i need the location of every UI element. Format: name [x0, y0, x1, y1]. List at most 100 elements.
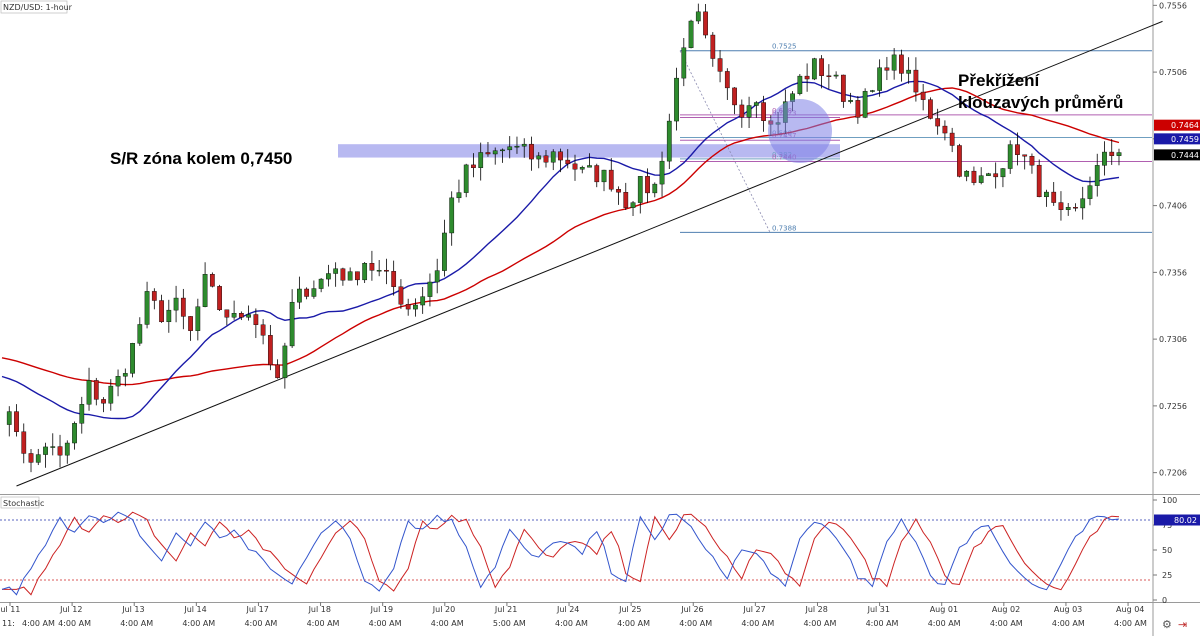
candle-body — [376, 269, 382, 272]
candle-body — [137, 324, 143, 344]
candle-body — [35, 454, 41, 463]
candle-body — [884, 67, 890, 71]
price-tick-label: 0.7406 — [1159, 202, 1187, 211]
candle-body — [72, 423, 77, 444]
chart-title: NZD/USD: 1-hour — [3, 3, 73, 12]
stochastic-tick-label: 50 — [1162, 546, 1172, 555]
candle-body — [456, 192, 462, 199]
candle-body — [267, 335, 273, 366]
candle-body — [579, 167, 585, 170]
candle-body — [645, 176, 650, 194]
time-tick-time: 4:00 AM — [803, 619, 836, 628]
fib-level-label: 0.7388 — [772, 224, 797, 232]
candle-body — [405, 304, 411, 310]
candle-body — [413, 304, 418, 310]
candle-body — [275, 364, 280, 379]
candle-body — [949, 132, 955, 146]
candle-body — [326, 273, 331, 280]
candle-body — [231, 313, 237, 318]
settings-icon[interactable]: ⚙ — [1162, 618, 1172, 631]
candle-body — [297, 288, 302, 303]
candle-body — [507, 146, 513, 151]
candle-body — [347, 271, 353, 281]
time-tick-time: 4:00 AM — [679, 619, 712, 628]
time-tick-date: Jul 12 — [59, 605, 82, 614]
candle-body — [1102, 151, 1107, 166]
candle-body — [608, 169, 614, 190]
time-tick-time: 4:00 AM — [369, 619, 402, 628]
price-tag-label: 0.7464 — [1171, 121, 1199, 130]
candle-body — [1065, 207, 1071, 210]
time-tick-time: 5:00 AM — [493, 619, 526, 628]
time-tick-time: 4:00 AM — [617, 619, 650, 628]
sr-zone — [338, 144, 840, 158]
candle-body — [79, 404, 85, 424]
candle-body — [93, 380, 99, 400]
candle-body — [398, 286, 404, 305]
candle-body — [935, 118, 941, 127]
time-tick-date: Jul 28 — [804, 605, 827, 614]
candle-body — [761, 102, 766, 121]
time-tick-time: 4:00 AM — [431, 619, 464, 628]
time-tick-date: Jul 21 — [494, 605, 517, 614]
candle-body — [318, 278, 324, 289]
candle-body — [877, 67, 883, 91]
candle-body — [913, 69, 919, 93]
time-tick-time: 4:00 AM — [990, 619, 1023, 628]
candle-body — [978, 175, 984, 183]
candle-body — [688, 20, 694, 48]
candle-body — [333, 268, 339, 274]
time-tick-time: 4:00 AM — [741, 619, 774, 628]
forex-chart[interactable]: 0.75250.6180.74730.5000.74570.3820.74400… — [0, 0, 1200, 636]
candle-body — [565, 159, 571, 165]
candle-body — [942, 125, 948, 134]
candle-body — [848, 100, 853, 102]
candle-body — [43, 446, 48, 455]
candle-body — [485, 152, 491, 155]
time-tick-time: 4:00 AM — [928, 619, 961, 628]
time-tick-date: Jul 19 — [370, 605, 393, 614]
candle-body — [964, 170, 970, 177]
candle-body — [108, 385, 114, 404]
candle-body — [587, 165, 592, 168]
time-tick-date: Jul 11 — [0, 605, 20, 614]
candle-body — [442, 232, 447, 271]
candle-body — [86, 380, 92, 405]
candle-body — [753, 102, 759, 106]
candle-body — [195, 306, 201, 331]
candle-body — [920, 91, 926, 100]
price-tick-label: 0.7506 — [1159, 68, 1187, 77]
candle-body — [652, 183, 658, 194]
candle-body — [819, 58, 824, 76]
candle-body — [362, 263, 368, 281]
candle-body — [637, 176, 643, 203]
time-tick-date: Jul 20 — [432, 605, 455, 614]
candle-body — [209, 274, 215, 287]
candle-body — [478, 152, 484, 168]
candle-body — [906, 69, 912, 74]
candle-body — [202, 274, 208, 307]
candle-body — [6, 411, 12, 425]
price-tick-label: 0.7356 — [1159, 268, 1187, 277]
candle-body — [543, 155, 549, 163]
time-tick-date: Jul 31 — [867, 605, 890, 614]
candle-body — [340, 268, 346, 281]
crossover-highlight — [768, 99, 832, 163]
candle-body — [1080, 198, 1086, 209]
candle-body — [311, 288, 317, 297]
price-tick-label: 0.7306 — [1159, 335, 1187, 344]
candle-body — [804, 75, 810, 80]
candle-body — [427, 281, 433, 297]
time-tick-date: Jul 27 — [742, 605, 765, 614]
candle-body — [616, 189, 621, 193]
candle-body — [1007, 144, 1013, 169]
candle-body — [514, 145, 520, 148]
candle-body — [180, 297, 186, 317]
candle-body — [1073, 207, 1078, 209]
candle-body — [144, 291, 150, 325]
time-tick-time: 4:00 AM — [1052, 619, 1085, 628]
candle-body — [674, 77, 679, 122]
candle-body — [601, 169, 607, 183]
time-tick-date: Aug 01 — [930, 605, 958, 614]
scroll-right-icon[interactable]: ⇥ — [1178, 618, 1187, 631]
